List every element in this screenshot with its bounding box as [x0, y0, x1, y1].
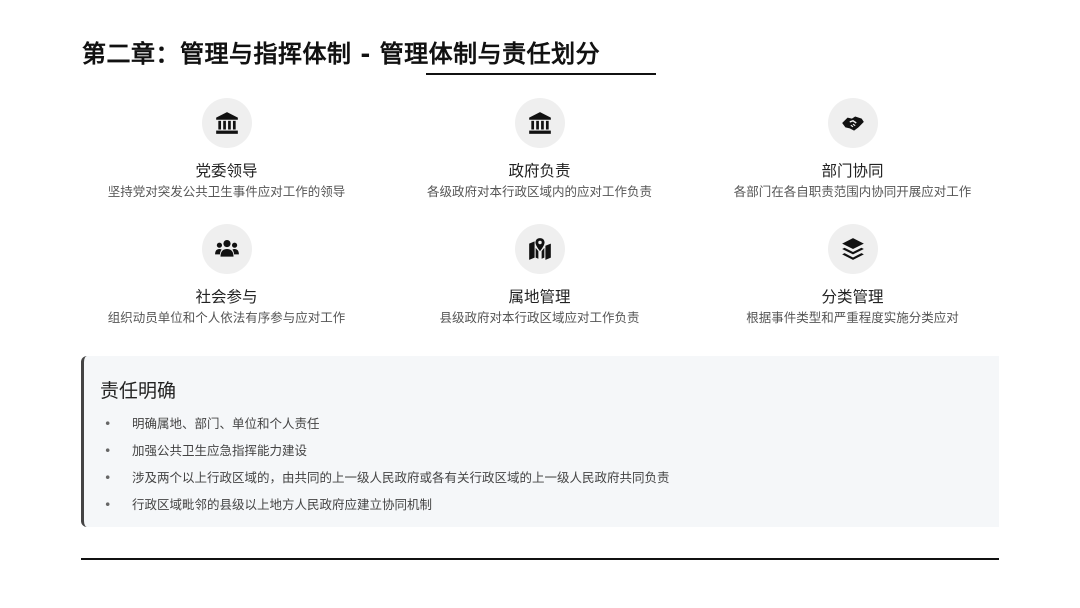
card-description: 各部门在各自职责范围内协同开展应对工作 [733, 184, 972, 199]
card-title: 部门协同 [821, 162, 884, 180]
bullet-icon: • [104, 497, 112, 512]
card-icon-circle [201, 224, 252, 274]
responsibility-panel: 责任明确 • 明确属地、部门、单位和个人责任 • 加强公共卫生应急指挥能力建设 • 涉… [81, 356, 999, 527]
card-icon-circle [201, 98, 252, 148]
responsibility-list: • 明确属地、部门、单位和个人责任 • 加强公共卫生应急指挥能力建设 • 涉及两个以上… [104, 410, 670, 518]
bullet-icon: • [104, 416, 112, 431]
card-title: 分类管理 [821, 288, 884, 306]
list-item: • 行政区域毗邻的县级以上地方人民政府应建立协同机制 [104, 491, 670, 518]
card-icon-circle [514, 98, 565, 148]
card-department-coordination: 部门协同 各部门在各自职责范围内协同开展应对工作 [696, 98, 1009, 201]
card-icon-circle [827, 224, 878, 274]
card-party-leadership: 党委领导 坚持党对突发公共卫生事件应对工作的领导 [70, 98, 383, 201]
list-item-text: 明确属地、部门、单位和个人责任 [132, 416, 320, 431]
card-description: 组织动员单位和个人依法有序参与应对工作 [107, 310, 346, 325]
card-title: 政府负责 [508, 162, 571, 180]
card-social-participation: 社会参与 组织动员单位和个人依法有序参与应对工作 [70, 224, 383, 327]
list-item: • 加强公共卫生应急指挥能力建设 [104, 437, 670, 464]
card-description: 县级政府对本行政区域应对工作负责 [439, 310, 640, 325]
bullet-icon: • [104, 443, 112, 458]
card-government-responsibility: 政府负责 各级政府对本行政区域内的应对工作负责 [383, 98, 696, 201]
list-item-text: 行政区域毗邻的县级以上地方人民政府应建立协同机制 [132, 497, 433, 512]
card-title: 社会参与 [195, 288, 258, 306]
card-territorial-management: 属地管理 县级政府对本行政区域应对工作负责 [383, 224, 696, 327]
users-icon [214, 240, 239, 257]
responsibility-title: 责任明确 [100, 380, 177, 402]
card-icon-circle [827, 98, 878, 148]
bullet-icon: • [104, 470, 112, 485]
list-item: • 涉及两个以上行政区域的，由共同的上一级人民政府或各有关行政区域的上一级人民政府… [104, 464, 670, 491]
list-item-text: 涉及两个以上行政区域的，由共同的上一级人民政府或各有关行政区域的上一级人民政府共… [132, 470, 670, 485]
card-description: 坚持党对突发公共卫生事件应对工作的领导 [107, 184, 346, 199]
card-classified-management: 分类管理 根据事件类型和严重程度实施分类应对 [696, 224, 1009, 327]
card-icon-circle [514, 224, 565, 274]
handshake-icon [841, 116, 864, 131]
layers-icon [841, 238, 864, 260]
institution-icon [215, 112, 238, 134]
list-item-text: 加强公共卫生应急指挥能力建设 [132, 443, 308, 458]
map-location-icon [528, 238, 551, 260]
footer-divider [81, 558, 999, 560]
card-title: 党委领导 [195, 162, 258, 180]
title-underline [426, 73, 656, 75]
list-item: • 明确属地、部门、单位和个人责任 [104, 410, 670, 437]
card-title: 属地管理 [508, 288, 571, 306]
card-description: 根据事件类型和严重程度实施分类应对 [746, 310, 959, 325]
card-description: 各级政府对本行政区域内的应对工作负责 [426, 184, 652, 199]
page-title: 第二章：管理与指挥体制 - 管理体制与责任划分 [82, 40, 601, 68]
institution-icon [528, 112, 551, 134]
